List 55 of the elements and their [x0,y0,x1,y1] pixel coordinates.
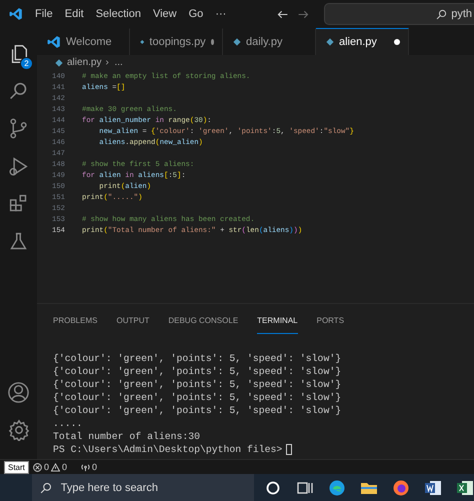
ports-count[interactable]: 0 [92,462,98,472]
terminal-line: {'colour': 'green', 'points': 5, 'speed': 'slow'} [53,404,342,417]
editor-tab[interactable]: toopings.py [130,28,223,55]
warning-count[interactable]: 0 [62,462,68,472]
menu-item[interactable]: ··· [209,5,232,23]
error-count[interactable]: 0 [44,462,50,472]
run-debug-icon[interactable] [8,156,29,177]
terminal-line: {'colour': 'green', 'points': 5, 'speed': 'slow'} [53,391,342,404]
menu-item[interactable]: View [146,5,183,23]
excel-spreadsheet-icon[interactable] [456,478,474,496]
python-file-icon [140,38,144,46]
panel-tab[interactable]: PORTS [316,316,344,334]
command-search-field[interactable]: pyth [324,3,474,25]
terminal-line: {'colour': 'green', 'points': 5, 'speed': 'slow'} [53,378,342,391]
warning-icon [51,462,60,472]
antenna-icon [81,462,90,472]
edge-browser-icon[interactable] [328,478,346,496]
terminal-prompt: PS C:\Users\Admin\Desktop\python files> [53,443,282,456]
menu-item[interactable]: Edit [58,5,90,23]
search-icon [436,8,448,20]
terminal-line: {'colour': 'green', 'points': 5, 'speed': 'slow'} [53,352,342,365]
panel-tab[interactable]: OUTPUT [116,316,150,334]
flask-icon[interactable] [8,230,29,252]
source-control-icon[interactable] [8,118,29,140]
python-file-icon [233,38,241,46]
chevron-icon [105,59,110,66]
terminal-cursor [286,444,292,455]
python-file-icon [326,38,334,46]
error-icon [33,462,42,472]
cortana-circle-icon[interactable] [264,478,282,496]
panel-tab[interactable]: TERMINAL [257,316,298,334]
breadcrumb-item[interactable]: ... [114,57,123,68]
terminal-line: Total number of aliens:30 [53,430,201,443]
menu-item[interactable]: File [29,5,59,23]
taskbar-search-field[interactable]: Type here to search [32,474,254,501]
panel-tab[interactable]: PROBLEMS [53,316,98,334]
vscode-logo-icon [47,35,61,49]
word-document-icon[interactable] [424,478,442,496]
editor-tab[interactable]: Welcome [37,28,130,55]
firefox-icon[interactable] [392,478,410,496]
search-icon [40,482,52,494]
editor-tab[interactable]: alien.py [316,28,409,55]
python-file-icon [55,58,63,66]
tooltip: Start [4,461,29,474]
count-badge: 2 [20,57,33,70]
search-icon[interactable] [8,80,29,102]
terminal-line: {'colour': 'green', 'points': 5, 'speed': 'slow'} [53,365,342,378]
gear-icon[interactable] [8,419,30,442]
panel-tab[interactable]: DEBUG CONSOLE [168,316,238,334]
menu-item[interactable]: Go [182,5,210,23]
terminal-line: ..... [53,417,84,430]
account-icon[interactable] [7,381,30,404]
breadcrumb-item[interactable]: alien.py [67,57,102,68]
vscode-logo-icon [9,7,23,21]
menu-item[interactable]: Selection [90,5,147,23]
